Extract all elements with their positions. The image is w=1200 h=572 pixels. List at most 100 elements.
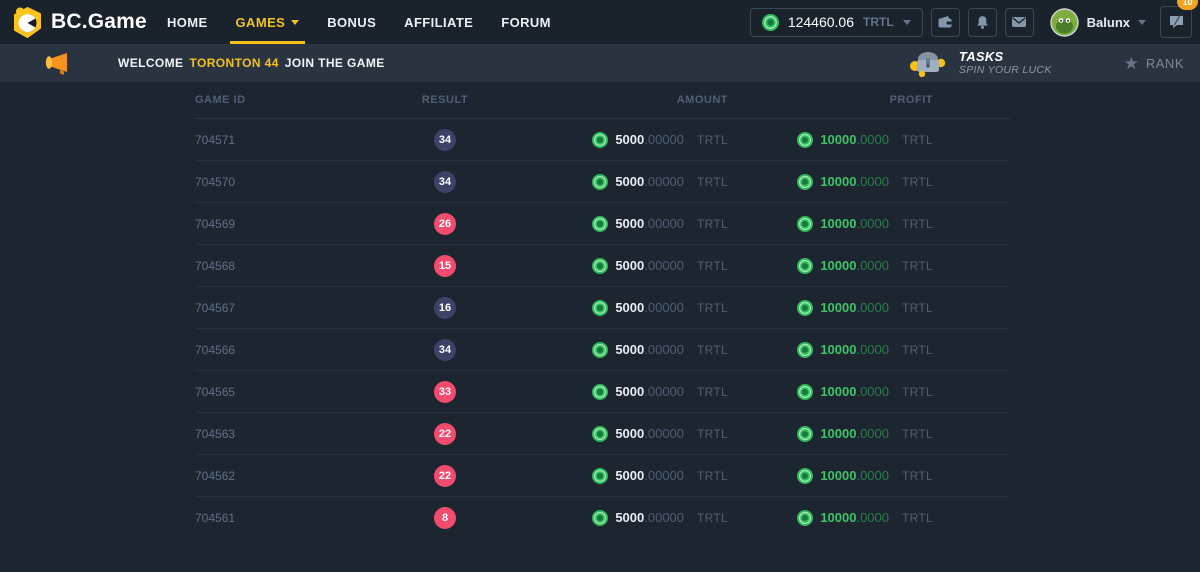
trtl-coin-icon (797, 216, 813, 232)
table-header: GAME ID RESULT AMOUNT PROFIT (195, 82, 1010, 119)
amount-currency: TRTL (697, 133, 728, 147)
table-row: 704567 16 5000.00000 TRTL (195, 287, 1010, 329)
amount-decimals: .00000 (644, 384, 684, 399)
col-header-profit: PROFIT (728, 94, 933, 106)
profit-currency: TRTL (902, 217, 933, 231)
top-nav: BC.Game HOME GAMES BONUS AFFILIATE FORUM (0, 0, 1200, 44)
profit-decimals: .0000 (856, 174, 889, 189)
amount-currency: TRTL (697, 511, 728, 525)
trtl-coin-icon (797, 510, 813, 526)
trtl-coin-icon (797, 426, 813, 442)
profit-currency: TRTL (902, 511, 933, 525)
bcgame-logo-icon (13, 7, 42, 38)
table-row: 704570 34 5000.00000 TRTL (195, 161, 1010, 203)
chat-button[interactable]: 10 (1160, 6, 1192, 38)
amount-cell: 5000.00000 TRTL (465, 468, 728, 484)
rank-widget[interactable]: ★ RANK (1124, 55, 1184, 72)
table-row: 704566 34 5000.00000 TRTL (195, 329, 1010, 371)
table-row: 704571 34 5000.00000 TRTL (195, 119, 1010, 161)
tasks-widget[interactable]: TASKS SPIN YOUR LUCK (909, 49, 1052, 77)
balance-amount: 124460.06 (788, 14, 854, 30)
profit-currency: TRTL (902, 259, 933, 273)
result-badge: 22 (434, 423, 456, 445)
tasks-title: TASKS (959, 50, 1052, 65)
username: Balunx (1087, 15, 1130, 30)
mail-icon (1011, 14, 1027, 30)
trtl-coin-icon (762, 14, 779, 31)
amount-integer: 5000 (615, 426, 644, 441)
profit-integer: 10000 (820, 132, 856, 147)
game-id: 704570 (195, 175, 425, 189)
profit-currency: TRTL (902, 343, 933, 357)
profit-integer: 10000 (820, 300, 856, 315)
amount-decimals: .00000 (644, 174, 684, 189)
trtl-coin-icon (592, 342, 608, 358)
balance-selector[interactable]: 124460.06 TRTL (750, 8, 923, 37)
profit-currency: TRTL (902, 427, 933, 441)
messages-button[interactable] (1005, 8, 1034, 37)
nav-item-forum[interactable]: FORUM (501, 0, 551, 44)
chevron-down-icon (903, 20, 911, 25)
nav-item-bonus[interactable]: BONUS (327, 0, 376, 44)
amount-cell: 5000.00000 TRTL (465, 510, 728, 526)
amount-integer: 5000 (615, 510, 644, 525)
result-badge: 34 (434, 129, 456, 151)
user-menu[interactable]: Balunx (1050, 8, 1146, 37)
bell-icon (975, 15, 990, 30)
chat-bubble-icon (1168, 14, 1185, 30)
result-badge: 34 (434, 171, 456, 193)
profit-currency: TRTL (902, 469, 933, 483)
megaphone-icon (40, 50, 70, 76)
amount-integer: 5000 (615, 468, 644, 483)
profit-cell: 10000.0000 TRTL (728, 468, 933, 484)
trtl-coin-icon (592, 258, 608, 274)
result-badge: 34 (434, 339, 456, 361)
amount-currency: TRTL (697, 259, 728, 273)
result-badge: 33 (434, 381, 456, 403)
wallet-icon (937, 14, 953, 30)
result-badge: 26 (434, 213, 456, 235)
trtl-coin-icon (797, 342, 813, 358)
game-id: 704563 (195, 427, 425, 441)
profit-decimals: .0000 (856, 258, 889, 273)
amount-integer: 5000 (615, 300, 644, 315)
profit-currency: TRTL (902, 133, 933, 147)
trtl-coin-icon (797, 258, 813, 274)
nav-item-home[interactable]: HOME (167, 0, 208, 44)
table-row: 704562 22 5000.00000 TRTL (195, 455, 1010, 497)
profit-cell: 10000.0000 TRTL (728, 342, 933, 358)
profit-currency: TRTL (902, 385, 933, 399)
trtl-coin-icon (592, 468, 608, 484)
chat-unread-badge: 10 (1177, 0, 1198, 10)
amount-cell: 5000.00000 TRTL (465, 384, 728, 400)
col-header-game-id: GAME ID (195, 94, 425, 106)
result-badge: 15 (434, 255, 456, 277)
nav-item-games[interactable]: GAMES (236, 0, 300, 44)
wallet-button[interactable] (931, 8, 960, 37)
notifications-button[interactable] (968, 8, 997, 37)
nav-item-affiliate[interactable]: AFFILIATE (404, 0, 473, 44)
trtl-coin-icon (797, 132, 813, 148)
profit-cell: 10000.0000 TRTL (728, 426, 933, 442)
trtl-coin-icon (797, 300, 813, 316)
avatar (1050, 8, 1079, 37)
amount-currency: TRTL (697, 385, 728, 399)
amount-decimals: .00000 (644, 468, 684, 483)
amount-cell: 5000.00000 TRTL (465, 426, 728, 442)
amount-decimals: .00000 (644, 132, 684, 147)
amount-integer: 5000 (615, 174, 644, 189)
amount-decimals: .00000 (644, 300, 684, 315)
chevron-down-icon (291, 20, 299, 25)
table-row: 704561 8 5000.00000 TRTL (195, 497, 1010, 538)
profit-decimals: .0000 (856, 384, 889, 399)
amount-currency: TRTL (697, 301, 728, 315)
profit-cell: 10000.0000 TRTL (728, 510, 933, 526)
col-header-result: RESULT (425, 94, 465, 106)
brand-logo[interactable]: BC.Game (0, 7, 167, 38)
amount-integer: 5000 (615, 258, 644, 273)
profit-cell: 10000.0000 TRTL (728, 174, 933, 190)
amount-currency: TRTL (697, 217, 728, 231)
chevron-down-icon (1138, 20, 1146, 25)
amount-currency: TRTL (697, 469, 728, 483)
trtl-coin-icon (592, 300, 608, 316)
